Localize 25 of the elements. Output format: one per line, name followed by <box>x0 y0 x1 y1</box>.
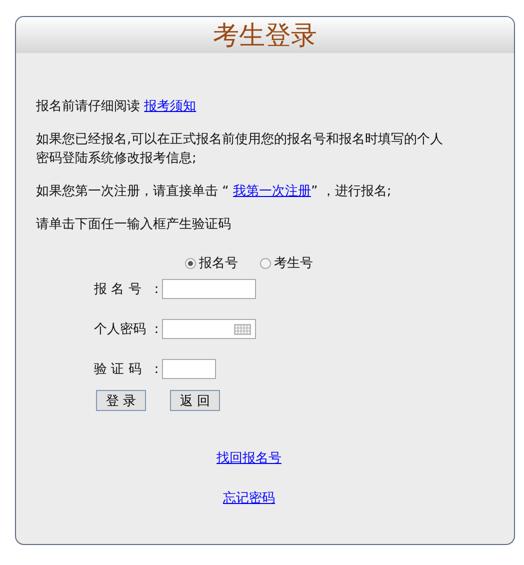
login-button[interactable]: 登 录 <box>96 390 146 411</box>
notice-link[interactable]: 报考须知 <box>144 99 196 114</box>
recovery-link[interactable]: 找回报名号 <box>216 449 282 467</box>
back-button[interactable]: 返 回 <box>170 390 220 411</box>
input-field[interactable] <box>162 319 256 339</box>
radio-label: 考生号 <box>274 255 313 272</box>
keyboard-icon <box>234 324 251 334</box>
field-label: 验 证 码 <box>94 361 142 378</box>
field-label: 报 名 号 <box>94 281 142 298</box>
input-field[interactable] <box>162 279 256 299</box>
radio-button[interactable] <box>185 258 196 268</box>
notice-text: 报名前请仔细阅读 报考须知 <box>36 98 198 116</box>
colon-text: ： <box>150 281 162 298</box>
notice-text: 如果您已经报名,可以在正式报名前使用您的报名号和报名时填写的个人密码登陆系统修改报考信息; <box>36 131 444 168</box>
radio-label: 报名号 <box>199 255 238 272</box>
field-label: 个人密码 <box>94 321 147 338</box>
notice-link[interactable]: 我第一次注册 <box>233 184 311 199</box>
notice-text: 请单击下面任一输入框产生验证码 <box>36 216 232 234</box>
colon-text: ： <box>150 321 162 338</box>
panel-title: 考生登录 <box>213 20 317 52</box>
recovery-link[interactable]: 忘记密码 <box>223 489 275 507</box>
radio-button[interactable] <box>260 258 271 268</box>
colon-text: ： <box>150 361 162 378</box>
input-field[interactable] <box>162 359 216 379</box>
notice-text: 如果您第一次注册，请直接单击 “ 我第一次注册” ，进行报名; <box>36 183 392 201</box>
